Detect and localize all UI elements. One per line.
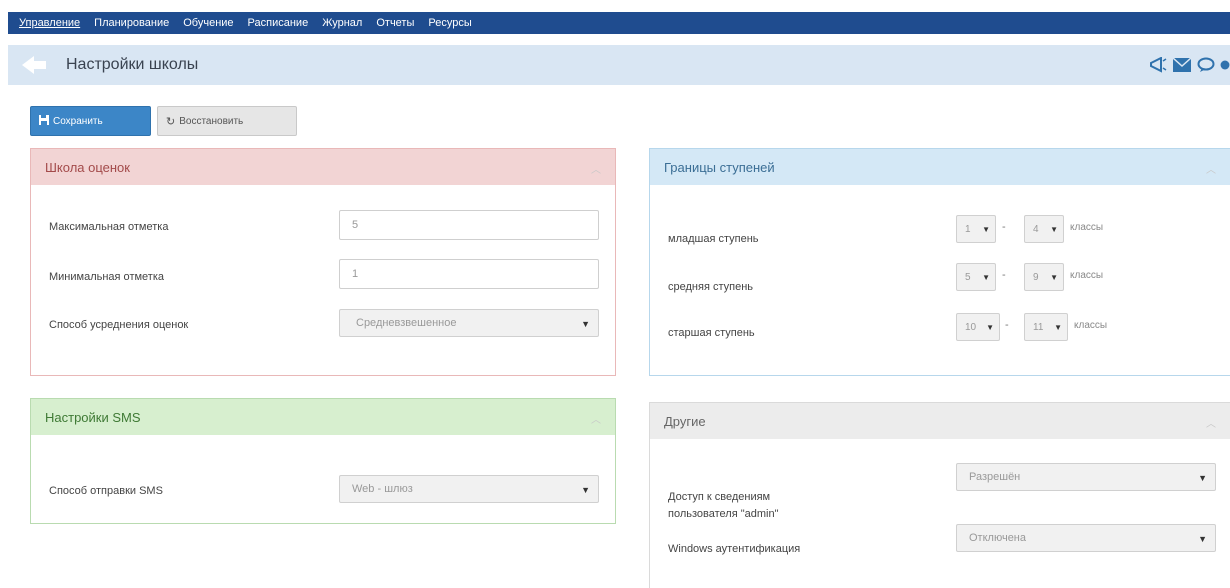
range-dash: - [1005, 319, 1009, 331]
top-navigation: Управление Планирование Обучение Расписа… [0, 0, 1230, 38]
junior-to-value: 4 [1033, 223, 1039, 235]
averaging-method-select[interactable]: Средневзвешенное ▼ [339, 309, 599, 337]
save-button[interactable]: Сохранить [30, 106, 151, 136]
caret-down-icon: ▼ [1050, 273, 1058, 282]
other-panel-title: Другие [664, 413, 706, 429]
junior-from-select[interactable]: 1 ▼ [956, 215, 996, 243]
nav-item-reports[interactable]: Отчеты [369, 17, 421, 29]
max-grade-input[interactable]: 5 [339, 210, 599, 240]
caret-down-icon: ▼ [1198, 534, 1207, 544]
caret-down-icon: ▼ [982, 225, 990, 234]
junior-classes-suffix: классы [1070, 222, 1104, 233]
top-nav-bar: Управление Планирование Обучение Расписа… [8, 12, 1230, 34]
caret-down-icon: ▼ [1054, 323, 1062, 332]
admin-access-value: Разрешён [969, 471, 1021, 483]
junior-from-value: 1 [965, 223, 971, 235]
caret-down-icon: ▼ [1198, 473, 1207, 483]
admin-access-label-line1: Доступ к сведениям [668, 491, 771, 503]
min-grade-label: Минимальная отметка [49, 271, 165, 283]
senior-from-value: 10 [965, 321, 977, 333]
senior-to-select[interactable]: 11 ▼ [1024, 313, 1068, 341]
middle-from-select[interactable]: 5 ▼ [956, 263, 996, 291]
senior-to-value: 11 [1033, 321, 1044, 333]
range-dash: - [1002, 221, 1006, 233]
nav-item-schedule[interactable]: Расписание [241, 17, 316, 29]
senior-level-label: старшая ступень [668, 327, 755, 339]
megaphone-icon[interactable] [1148, 55, 1168, 75]
back-arrow-stem [34, 61, 46, 69]
chat-icon[interactable] [1196, 55, 1216, 75]
levels-panel: Границы ступеней ︿ младшая ступень 1 ▼ - … [649, 148, 1230, 376]
sms-panel-title: Настройки SMS [45, 409, 141, 425]
other-panel-header[interactable]: Другие ︿ [650, 403, 1230, 439]
restore-button[interactable]: ↻ Восстановить [157, 106, 297, 136]
nav-item-journal[interactable]: Журнал [315, 17, 369, 29]
caret-down-icon: ▼ [581, 485, 590, 495]
chevron-up-icon[interactable]: ︿ [1206, 161, 1216, 176]
page-title: Настройки школы [66, 56, 199, 73]
chevron-up-icon[interactable]: ︿ [591, 411, 601, 426]
sms-panel: Настройки SMS ︿ Способ отправки SMS Web … [30, 398, 616, 524]
middle-from-value: 5 [965, 271, 971, 283]
back-arrow-icon [22, 56, 34, 74]
sms-method-label: Способ отправки SMS [49, 485, 163, 497]
junior-to-select[interactable]: 4 ▼ [1024, 215, 1064, 243]
toolbar: Сохранить ↻ Восстановить [30, 106, 297, 136]
admin-access-select[interactable]: Разрешён ▼ [956, 463, 1216, 491]
middle-level-label: средняя ступень [668, 281, 753, 293]
restore-button-label: Восстановить [179, 115, 244, 127]
sms-method-value: Web - шлюз [352, 483, 413, 495]
range-dash: - [1002, 269, 1006, 281]
admin-access-label: Доступ к сведениям пользователя "admin" [668, 489, 778, 523]
sms-method-select[interactable]: Web - шлюз ▼ [339, 475, 599, 503]
caret-down-icon: ▼ [581, 319, 590, 329]
grades-panel: Школа оценок ︿ Максимальная отметка 5 Ми… [30, 148, 616, 376]
windows-auth-select[interactable]: Отключена ▼ [956, 524, 1216, 552]
junior-level-label: младшая ступень [668, 233, 759, 245]
caret-down-icon: ▼ [1050, 225, 1058, 234]
grades-panel-header[interactable]: Школа оценок ︿ [31, 149, 615, 185]
nav-item-management[interactable]: Управление [12, 17, 87, 29]
sms-panel-header[interactable]: Настройки SMS ︿ [31, 399, 615, 435]
middle-to-value: 9 [1033, 271, 1039, 283]
admin-access-label-line2: пользователя "admin" [668, 508, 779, 520]
levels-panel-title: Границы ступеней [664, 159, 775, 175]
nav-item-resources[interactable]: Ресурсы [421, 17, 478, 29]
mail-icon[interactable] [1172, 55, 1192, 75]
nav-item-planning[interactable]: Планирование [87, 17, 176, 29]
senior-from-select[interactable]: 10 ▼ [956, 313, 1000, 341]
chevron-up-icon[interactable]: ︿ [591, 161, 601, 176]
refresh-icon: ↻ [166, 115, 176, 128]
chevron-up-icon[interactable]: ︿ [1206, 415, 1216, 430]
help-icon[interactable] [1220, 55, 1230, 75]
max-grade-label: Максимальная отметка [49, 221, 169, 233]
senior-classes-suffix: классы [1074, 320, 1108, 331]
save-button-label: Сохранить [53, 115, 103, 127]
levels-panel-header[interactable]: Границы ступеней ︿ [650, 149, 1230, 185]
other-panel: Другие ︿ Доступ к сведениям пользователя… [649, 402, 1230, 588]
averaging-method-label: Способ усреднения оценок [49, 319, 189, 331]
back-button[interactable] [16, 54, 52, 76]
min-grade-input[interactable]: 1 [339, 259, 599, 289]
windows-auth-label: Windows аутентификация [668, 543, 801, 555]
middle-classes-suffix: классы [1070, 270, 1104, 281]
header-icons [1148, 55, 1230, 75]
floppy-disk-icon [39, 114, 49, 128]
caret-down-icon: ▼ [986, 323, 994, 332]
middle-to-select[interactable]: 9 ▼ [1024, 263, 1064, 291]
caret-down-icon: ▼ [982, 273, 990, 282]
page-header: Настройки школы [8, 45, 1230, 85]
windows-auth-value: Отключена [969, 532, 1026, 544]
nav-item-learning[interactable]: Обучение [176, 17, 240, 29]
grades-panel-title: Школа оценок [45, 159, 130, 175]
averaging-method-value: Средневзвешенное [356, 317, 457, 329]
